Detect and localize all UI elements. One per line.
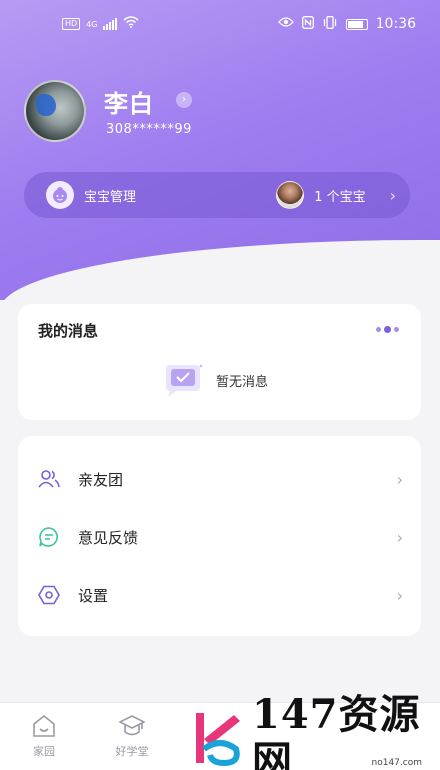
empty-message-icon — [164, 362, 204, 398]
battery-icon — [345, 18, 368, 30]
home-icon — [31, 713, 57, 739]
menu-item-family-group[interactable]: 亲友团 › — [18, 450, 421, 508]
vibrate-icon — [322, 15, 338, 33]
feedback-chat-icon — [38, 526, 60, 548]
status-time: 10:36 — [375, 16, 416, 32]
chevron-right-icon: › — [389, 185, 396, 205]
network-badge: 4G — [86, 19, 98, 29]
avatar[interactable] — [24, 80, 86, 142]
wifi-icon — [123, 16, 139, 32]
baby-management-bar[interactable]: 宝宝管理 1 个宝宝 › — [24, 172, 410, 218]
chevron-right-icon: › — [396, 469, 403, 489]
baby-face-icon — [46, 181, 74, 209]
menu-item-label: 亲友团 — [78, 470, 124, 489]
hd-badge: HD — [62, 18, 81, 30]
eye-icon — [277, 16, 294, 32]
empty-messages: 暂无消息 — [164, 362, 268, 398]
more-dots-icon[interactable] — [376, 326, 399, 333]
menu-item-feedback[interactable]: 意见反馈 › — [18, 508, 421, 566]
nfc-icon — [301, 15, 314, 33]
baby-management-label: 宝宝管理 — [84, 189, 137, 205]
menu-item-settings[interactable]: 设置 › — [18, 566, 421, 624]
status-bar: HD 4G 10:36 — [0, 0, 440, 48]
menu-card: 亲友团 › 意见反馈 › 设置 › — [18, 436, 421, 636]
empty-messages-text: 暂无消息 — [216, 374, 269, 390]
settings-hexagon-icon — [38, 584, 60, 606]
profile-arrow-icon[interactable]: › — [176, 92, 192, 108]
menu-item-label: 意见反馈 — [78, 528, 139, 547]
baby-avatar — [276, 181, 305, 209]
menu-item-label: 设置 — [78, 586, 109, 605]
user-id: 308******99 — [106, 122, 192, 137]
chevron-right-icon: › — [396, 585, 403, 605]
messages-card[interactable]: 我的消息 暂无消息 — [18, 304, 421, 420]
watermark-logo-icon — [190, 709, 246, 767]
baby-count: 1 个宝宝 — [314, 189, 366, 205]
nav-label: 好学堂 — [115, 745, 149, 758]
user-name[interactable]: 李白 — [104, 84, 154, 119]
watermark-url: no147.com — [371, 758, 422, 768]
graduation-cap-icon — [118, 713, 146, 739]
nav-item-home[interactable]: 家园 — [14, 713, 74, 759]
chevron-right-icon: › — [396, 527, 403, 547]
watermark: 147资源网 no147.com — [190, 691, 440, 770]
messages-title: 我的消息 — [38, 322, 99, 340]
signal-icon — [103, 18, 118, 30]
nav-label: 家园 — [33, 745, 55, 758]
family-group-icon — [38, 468, 60, 490]
nav-item-school[interactable]: 好学堂 — [102, 713, 162, 759]
